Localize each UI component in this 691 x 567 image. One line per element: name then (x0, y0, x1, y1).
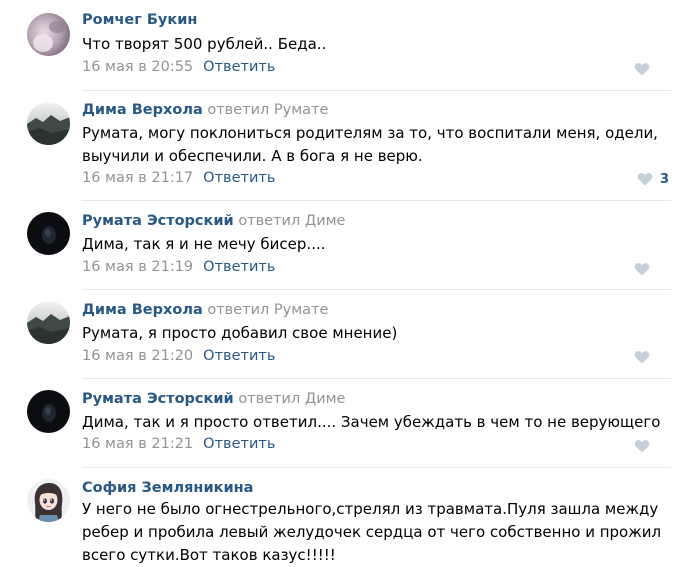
comment-text: Румата, я просто добавил свое мнение) (82, 324, 398, 342)
comment-date[interactable]: 16 мая в 21:20 (82, 348, 193, 364)
comment-header: Румата Эсторский ответил Диме (82, 213, 345, 230)
author-name[interactable]: Дима Верхола (82, 102, 203, 118)
reply-to-label: ответил Диме (238, 391, 345, 407)
comment-text: У него не было огнестрельного,стрелял из… (82, 500, 662, 564)
heart-icon (634, 63, 650, 76)
divider (82, 378, 671, 379)
comment-meta: 16 мая в 21:21 Ответить (82, 436, 275, 453)
reply-to-label: ответил Румате (207, 102, 328, 118)
reply-button[interactable]: Ответить (203, 59, 275, 75)
author-name[interactable]: Румата Эсторский (82, 213, 234, 229)
avatar[interactable] (27, 13, 70, 56)
reply-button[interactable]: Ответить (203, 436, 275, 452)
reply-to-label: ответил Диме (238, 213, 345, 229)
reply-target-name[interactable]: Диме (305, 213, 346, 229)
like-button[interactable] (634, 261, 650, 277)
like-button[interactable]: 3 (637, 171, 669, 187)
reply-target-name[interactable]: Румате (274, 102, 329, 118)
comment-text: Дима, так и я просто ответил.... Зачем у… (82, 413, 661, 431)
reply-word: ответил (238, 391, 301, 407)
author-name[interactable]: Дима Верхола (82, 302, 203, 318)
reply-target-name[interactable]: Румате (274, 302, 329, 318)
comment-date[interactable]: 16 мая в 21:17 (82, 170, 193, 186)
reply-button[interactable]: Ответить (203, 348, 275, 364)
like-count: 3 (660, 171, 670, 187)
comment-thread: Ромчег Букин Что творят 500 рублей.. Бед… (0, 0, 691, 564)
reply-to-label: ответил Румате (207, 302, 328, 318)
author-name[interactable]: Ромчег Букин (82, 12, 197, 28)
heart-icon (634, 351, 650, 364)
comment-header: Ромчег Букин (82, 12, 197, 29)
avatar[interactable] (27, 212, 70, 255)
avatar[interactable] (27, 479, 70, 522)
reply-word: ответил (207, 102, 270, 118)
comment-date[interactable]: 16 мая в 21:21 (82, 436, 193, 452)
like-button[interactable] (634, 349, 650, 365)
comment-meta: 16 мая в 21:17 Ответить (82, 170, 275, 187)
reply-word: ответил (207, 302, 270, 318)
like-button[interactable] (634, 61, 650, 77)
comment-text: Дима, так я и не мечу бисер.... (82, 235, 326, 253)
like-button[interactable] (634, 438, 650, 454)
comment-meta: 16 мая в 21:20 Ответить (82, 348, 275, 365)
comment-header: Румата Эсторский ответил Диме (82, 391, 345, 408)
comment-header: София Земляникина (82, 480, 253, 497)
divider (82, 467, 671, 468)
reply-button[interactable]: Ответить (203, 259, 275, 275)
comment-header: Дима Верхола ответил Румате (82, 302, 328, 319)
author-name[interactable]: Румата Эсторский (82, 391, 234, 407)
comment-date[interactable]: 16 мая в 20:55 (82, 59, 193, 75)
author-name[interactable]: София Земляникина (82, 480, 253, 496)
comment-header: Дима Верхола ответил Румате (82, 102, 328, 119)
reply-button[interactable]: Ответить (203, 170, 275, 186)
avatar[interactable] (27, 102, 70, 145)
comment-meta: 16 мая в 21:19 Ответить (82, 259, 275, 276)
heart-icon (634, 440, 650, 453)
divider (82, 90, 671, 91)
comment-meta: 16 мая в 20:55 Ответить (82, 59, 275, 76)
heart-icon (634, 263, 650, 276)
divider (82, 289, 671, 290)
divider (82, 200, 671, 201)
avatar[interactable] (27, 301, 70, 344)
comment-date[interactable]: 16 мая в 21:19 (82, 259, 193, 275)
avatar[interactable] (27, 390, 70, 433)
heart-icon (637, 173, 653, 186)
reply-word: ответил (238, 213, 301, 229)
comment-text: Румата, могу поклониться родителям за то… (82, 124, 658, 165)
reply-target-name[interactable]: Диме (305, 391, 346, 407)
comment-text: Что творят 500 рублей.. Беда.. (82, 35, 327, 53)
